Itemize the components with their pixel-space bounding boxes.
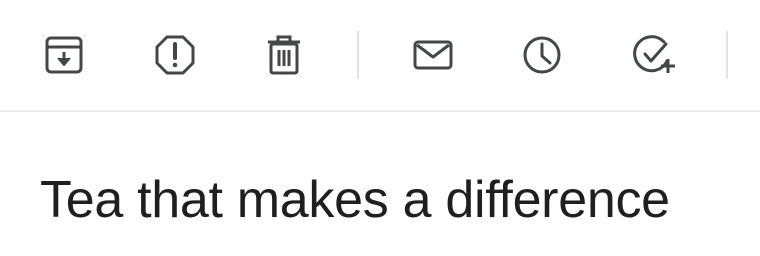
- report-spam-icon: [155, 35, 195, 75]
- add-to-tasks-button[interactable]: [631, 33, 675, 77]
- archive-button[interactable]: [42, 33, 86, 77]
- toolbar-divider: [726, 31, 728, 79]
- mark-unread-button[interactable]: [411, 33, 455, 77]
- trash-icon: [268, 35, 300, 75]
- message-toolbar: [0, 0, 760, 112]
- archive-icon: [45, 36, 83, 74]
- envelope-icon: [413, 40, 453, 70]
- clock-icon: [523, 36, 561, 74]
- email-subject: Tea that makes a difference: [40, 171, 670, 229]
- snooze-button[interactable]: [520, 33, 564, 77]
- delete-button[interactable]: [262, 33, 306, 77]
- add-task-icon: [633, 35, 675, 73]
- report-spam-button[interactable]: [153, 33, 197, 77]
- toolbar-divider: [357, 31, 359, 79]
